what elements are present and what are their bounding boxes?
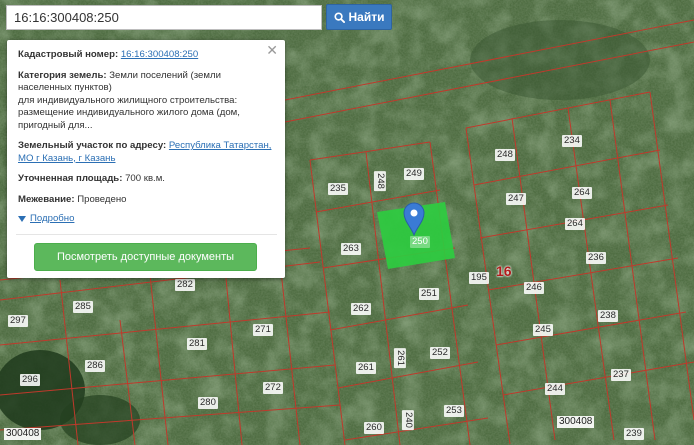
parcel-label: 297 (8, 315, 28, 327)
parcel-label: 272 (263, 382, 283, 394)
parcel-label: 271 (253, 324, 273, 336)
area-value: 700 кв.м. (125, 173, 165, 184)
search-button[interactable]: Найти (326, 4, 392, 30)
parcel-label: 195 (469, 272, 489, 284)
parcel-label: 260 (364, 422, 384, 434)
more-details-link[interactable]: Подробно (30, 213, 74, 226)
parcel-label: 252 (430, 347, 450, 359)
survey-label: Межевание: (18, 193, 75, 205)
tree-patch (60, 395, 140, 445)
search-button-label: Найти (348, 10, 385, 24)
parcel-label: 253 (444, 405, 464, 417)
parcel-label: 281 (187, 338, 207, 350)
parcel-label: 263 (341, 243, 361, 255)
selected-parcel-label: 250 (410, 236, 430, 248)
parcel-label: 239 (624, 428, 644, 440)
search-input[interactable]: 16:16:300408:250 (6, 5, 322, 30)
parcel-label: 296 (20, 374, 40, 386)
survey-value: Проведено (77, 193, 127, 205)
caret-down-icon (18, 216, 26, 223)
parcel-label: 244 (545, 383, 565, 395)
cadastral-label: Кадастровый номер: (18, 49, 119, 60)
parcel-label: 248 (373, 171, 386, 191)
parcel-label: 249 (404, 168, 424, 180)
parcel-label: 264 (565, 218, 585, 230)
parcel-label: 247 (506, 193, 526, 205)
parcel-label: 262 (351, 303, 371, 315)
usage-value: для индивидуального жилищного строительс… (18, 94, 240, 131)
survey-row: Межевание: Проведено (18, 194, 275, 207)
area-label: Уточненная площадь: (18, 173, 123, 184)
block-number-label: 16 (496, 263, 512, 279)
parcel-label: 282 (175, 279, 195, 291)
area-row: Уточненная площадь: 700 кв.м. (18, 173, 275, 186)
more-details-toggle[interactable]: Подробно (18, 213, 275, 226)
address-label: Земельный участок по адресу: (18, 140, 167, 151)
parcel-label: 240 (401, 410, 414, 430)
parcel-label: 235 (328, 183, 348, 195)
category-label: Категория земель: (18, 69, 107, 81)
category-row: Категория земель: Земли поселений (земли… (18, 70, 275, 133)
parcel-label: 261 (356, 362, 376, 374)
tree-patch (470, 20, 650, 100)
quarter-label: 300408 (557, 416, 595, 428)
view-documents-button[interactable]: Посмотреть доступные документы (34, 243, 257, 271)
parcel-label: 246 (524, 282, 544, 294)
parcel-label: 251 (419, 288, 439, 300)
parcel-label: 248 (495, 149, 515, 161)
parcel-label: 280 (198, 397, 218, 409)
address-row: Земельный участок по адресу: Республика … (18, 140, 275, 165)
parcel-label: 245 (533, 324, 553, 336)
parcel-label: 286 (85, 360, 105, 372)
search-icon (333, 11, 345, 23)
close-icon[interactable]: ✕ (266, 43, 278, 57)
parcel-label: 261 (393, 348, 406, 368)
parcel-label: 234 (562, 135, 582, 147)
parcel-label: 236 (586, 252, 606, 264)
parcel-label: 237 (611, 369, 631, 381)
parcel-info-popup: ✕ Кадастровый номер: 16:16:300408:250 Ка… (7, 40, 285, 278)
quarter-label: 300408 (4, 428, 42, 440)
parcel-label: 285 (73, 301, 93, 313)
divider (16, 233, 277, 235)
parcel-label: 264 (572, 187, 592, 199)
parcel-label: 238 (598, 310, 618, 322)
cadastral-link[interactable]: 16:16:300408:250 (121, 49, 198, 60)
cadastral-row: Кадастровый номер: 16:16:300408:250 (18, 49, 275, 62)
